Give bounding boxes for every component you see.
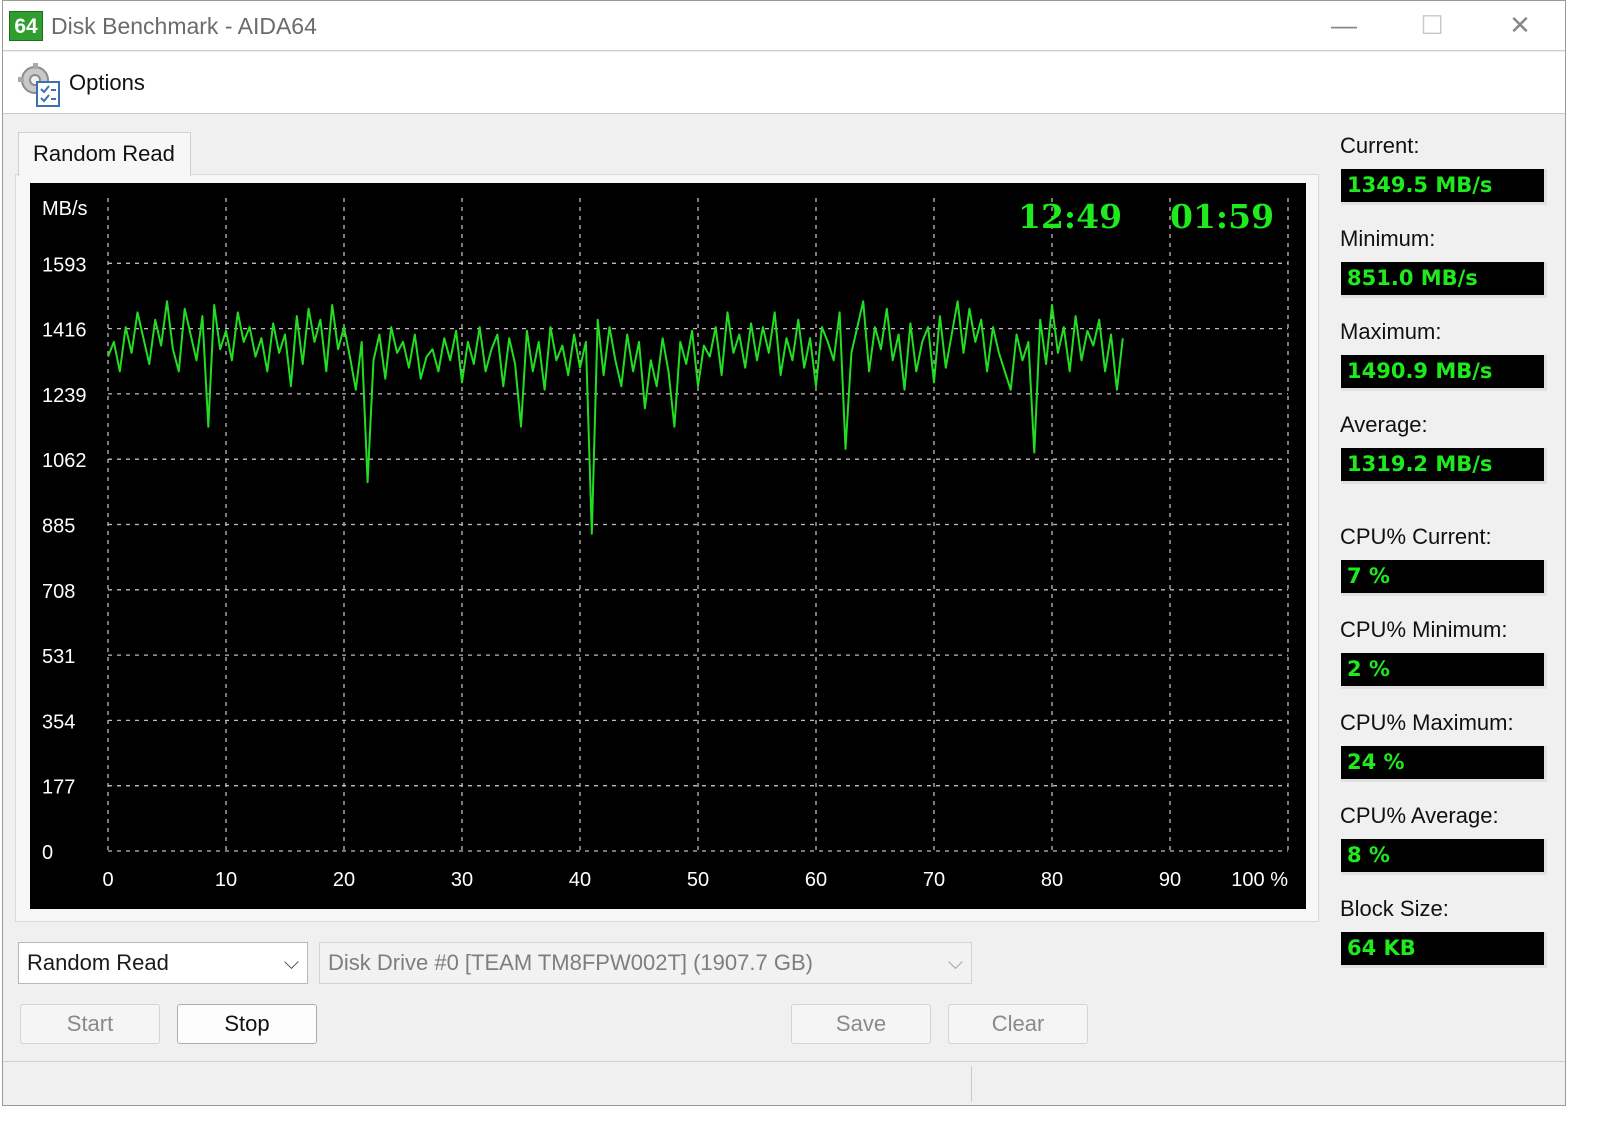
status-bar bbox=[3, 1061, 1565, 1105]
x-tick-label: 40 bbox=[569, 869, 591, 891]
y-tick-label: 1416 bbox=[42, 320, 87, 342]
stop-button[interactable]: Stop bbox=[177, 1004, 317, 1044]
block-size-label: Block Size: bbox=[1340, 896, 1449, 921]
minimum-label: Minimum: bbox=[1340, 226, 1436, 251]
toolbar: Options bbox=[3, 52, 1565, 114]
close-button[interactable]: ✕ bbox=[1481, 1, 1559, 51]
save-button[interactable]: Save bbox=[791, 1004, 931, 1044]
chevron-down-icon: ⌵ bbox=[947, 952, 963, 974]
y-tick-label: 708 bbox=[42, 581, 75, 603]
cpu-minimum-label: CPU% Minimum: bbox=[1340, 617, 1508, 642]
x-tick-label: 20 bbox=[333, 869, 355, 891]
title-bar[interactable]: 64 Disk Benchmark - AIDA64 — ☐ ✕ bbox=[3, 1, 1565, 51]
y-tick-label: 1593 bbox=[42, 254, 87, 276]
start-button[interactable]: Start bbox=[20, 1004, 160, 1044]
tab-random-read[interactable]: Random Read bbox=[18, 132, 191, 176]
average-value: 1319.2 MB/s bbox=[1341, 448, 1547, 484]
chevron-down-icon: ⌵ bbox=[283, 952, 299, 974]
cpu-maximum-label: CPU% Maximum: bbox=[1340, 710, 1514, 735]
x-tick-label: 0 bbox=[102, 869, 113, 891]
cpu-current-value: 7 % bbox=[1341, 560, 1547, 596]
x-tick-label: 10 bbox=[215, 869, 237, 891]
y-axis-label: MB/s bbox=[42, 198, 88, 220]
test-type-select-value: Random Read bbox=[27, 950, 169, 975]
maximum-value: 1490.9 MB/s bbox=[1341, 355, 1547, 391]
throughput-series-line bbox=[107, 300, 1124, 535]
status-bar-divider bbox=[971, 1066, 972, 1102]
y-tick-label: 1239 bbox=[42, 385, 87, 407]
x-tick-label: 100 % bbox=[1231, 869, 1288, 891]
benchmark-chart-svg: 0 177 354 531 708 885 1062 1239 1416 1593 0 10 20 30… bbox=[42, 197, 1289, 891]
current-label: Current: bbox=[1340, 133, 1420, 158]
x-tick-label: 60 bbox=[805, 869, 827, 891]
average-label: Average: bbox=[1340, 412, 1428, 437]
clear-button[interactable]: Clear bbox=[948, 1004, 1088, 1044]
cpu-average-label: CPU% Average: bbox=[1340, 803, 1499, 828]
minimize-button[interactable]: — bbox=[1305, 1, 1383, 51]
y-tick-label: 1062 bbox=[42, 450, 87, 472]
maximize-button[interactable]: ☐ bbox=[1393, 1, 1471, 51]
cpu-minimum-value: 2 % bbox=[1341, 653, 1547, 689]
options-gear-checklist-icon[interactable] bbox=[17, 62, 63, 108]
maximum-label: Maximum: bbox=[1340, 319, 1442, 344]
current-value: 1349.5 MB/s bbox=[1341, 169, 1547, 205]
elapsed-time: 12:49 bbox=[1018, 197, 1122, 236]
benchmark-chart: 0 177 354 531 708 885 1062 1239 1416 1593 0 10 20 30… bbox=[30, 183, 1306, 909]
window-title: Disk Benchmark - AIDA64 bbox=[51, 13, 317, 39]
x-tick-label: 30 bbox=[451, 869, 473, 891]
aida64-app-icon: 64 bbox=[9, 11, 43, 41]
block-size-value: 64 KB bbox=[1341, 932, 1547, 968]
x-tick-label: 90 bbox=[1159, 869, 1181, 891]
x-tick-label: 80 bbox=[1041, 869, 1063, 891]
options-menu[interactable]: Options bbox=[69, 70, 145, 96]
x-tick-label: 70 bbox=[923, 869, 945, 891]
y-tick-label: 531 bbox=[42, 646, 75, 668]
remaining-time: 01:59 bbox=[1170, 197, 1274, 236]
cpu-average-value: 8 % bbox=[1341, 839, 1547, 875]
drive-select[interactable]: Disk Drive #0 [TEAM TM8FPW002T] (1907.7 … bbox=[319, 942, 972, 984]
cpu-maximum-value: 24 % bbox=[1341, 746, 1547, 782]
x-tick-label: 50 bbox=[687, 869, 709, 891]
minimum-value: 851.0 MB/s bbox=[1341, 262, 1547, 298]
drive-select-value: Disk Drive #0 [TEAM TM8FPW002T] (1907.7 … bbox=[328, 950, 813, 975]
y-tick-label: 177 bbox=[42, 777, 75, 799]
test-type-select[interactable]: Random Read ⌵ bbox=[18, 942, 308, 984]
y-tick-label: 0 bbox=[42, 842, 53, 864]
cpu-current-label: CPU% Current: bbox=[1340, 524, 1492, 549]
y-tick-label: 354 bbox=[42, 711, 75, 733]
y-tick-label: 885 bbox=[42, 516, 75, 538]
